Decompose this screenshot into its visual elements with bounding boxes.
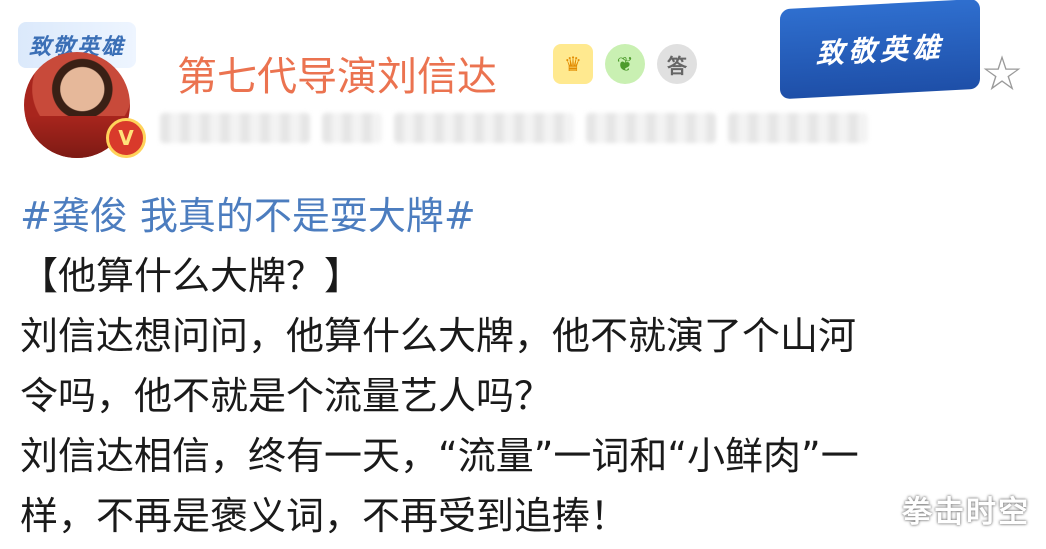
post-line: 【他算什么大牌？】: [20, 254, 363, 298]
blurred-post-meta: [160, 108, 880, 148]
blurred-segment: [322, 113, 382, 143]
hashtag-link[interactable]: #龚俊 我真的不是耍大牌#: [20, 186, 1020, 246]
blurred-segment: [394, 113, 574, 143]
post-line: 刘信达想问问，他算什么大牌，他不就演了个山河: [20, 314, 857, 358]
verified-icon: V: [106, 118, 146, 158]
watermark: 拳击时空: [902, 495, 1030, 530]
blurred-segment: [728, 113, 868, 143]
crown-badge-icon[interactable]: ♛: [553, 44, 593, 84]
star-icon[interactable]: ☆: [978, 50, 1026, 98]
medal-badge-icon[interactable]: 答: [657, 44, 697, 84]
post-content: #龚俊 我真的不是耍大牌# 【他算什么大牌？】 刘信达想问问，他算什么大牌，他不…: [20, 186, 1020, 546]
user-badges: ♛ ❦ 答: [553, 44, 697, 84]
blurred-segment: [160, 113, 310, 143]
blurred-segment: [586, 113, 716, 143]
avatar-container[interactable]: 致敬英雄 V: [16, 8, 146, 158]
post-line: 样，不再是褒义词，不再受到追捧！: [20, 494, 629, 538]
post-line: 刘信达相信，终有一天，“流量”一词和“小鲜肉”一: [20, 434, 859, 478]
post-line: 令吗，他不就是个流量艺人吗？: [20, 374, 553, 418]
sprout-badge-icon[interactable]: ❦: [605, 44, 645, 84]
username[interactable]: 第七代导演刘信达: [177, 44, 497, 102]
hero-tribute-badge: 致敬英雄: [780, 0, 980, 100]
